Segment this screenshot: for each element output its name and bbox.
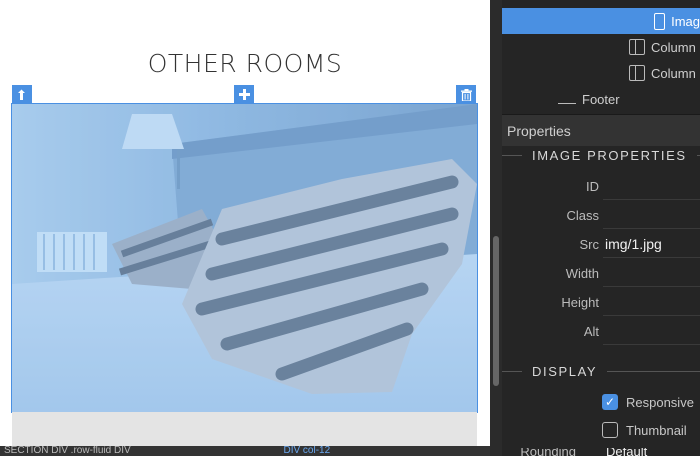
editor-canvas: OTHER ROOMS SECTION DIV .row-fluid DIV D… [0, 0, 490, 456]
image-properties-title: IMAGE PROPERTIES [502, 147, 700, 163]
tree-item-label: Imag [671, 13, 700, 29]
display-section-title: DISPLAY [502, 363, 700, 379]
canvas-scrollbar[interactable] [490, 0, 502, 456]
column-icon [629, 65, 645, 81]
tree-item-label: Column [651, 39, 696, 55]
breadcrumb-path[interactable]: SECTION DIV .row-fluid DIV [4, 446, 131, 456]
prop-src-row: Src img/1.jpg [502, 230, 700, 259]
prop-label: Height [561, 295, 599, 310]
tree-item-label: Footer [582, 91, 620, 107]
plus-icon [238, 89, 250, 100]
class-input[interactable] [603, 201, 700, 229]
breadcrumb-active[interactable]: DIV col-12 [283, 446, 330, 456]
width-input[interactable] [603, 259, 700, 287]
prop-id-row: ID [502, 172, 700, 201]
checkmark-icon: ✓ [602, 394, 618, 410]
prop-label: ID [586, 179, 599, 194]
rounding-select[interactable]: Default [606, 448, 647, 456]
prop-width-row: Width [502, 259, 700, 288]
prop-label: Class [566, 208, 599, 223]
rounding-row: Rounding Default [502, 448, 700, 456]
prop-alt-row: Alt [502, 317, 700, 346]
footer-icon [558, 102, 576, 104]
delete-button[interactable] [456, 85, 476, 104]
add-block-above-button[interactable] [234, 85, 254, 104]
tree-item-column[interactable]: Column [502, 60, 700, 86]
properties-header[interactable]: Properties [502, 114, 700, 146]
side-panel: Imag Column Column Footer Properties IMA… [502, 0, 700, 456]
responsive-checkbox[interactable]: ✓ Responsive [602, 392, 694, 412]
tree-item-footer[interactable]: Footer [502, 86, 700, 112]
selected-image[interactable] [11, 103, 478, 413]
thumbnail-label: Thumbnail [626, 422, 687, 438]
tree-item-label: Column [651, 65, 696, 81]
next-block-area [12, 412, 477, 446]
prop-height-row: Height [502, 288, 700, 317]
breadcrumb-statusbar: SECTION DIV .row-fluid DIV DIV col-12 [0, 446, 490, 456]
thumbnail-checkbox[interactable]: Thumbnail [602, 420, 687, 440]
prop-label: Alt [583, 324, 599, 339]
checkbox-icon [602, 422, 618, 438]
column-icon [629, 39, 645, 55]
tree-item-column[interactable]: Column [502, 34, 700, 60]
scrollbar-thumb[interactable] [493, 236, 499, 386]
alt-input[interactable] [603, 317, 700, 345]
prop-class-row: Class [502, 201, 700, 230]
src-input[interactable]: img/1.jpg [603, 230, 700, 258]
responsive-label: Responsive [626, 394, 694, 410]
trash-icon [460, 88, 472, 101]
id-input[interactable] [603, 172, 700, 200]
height-input[interactable] [603, 288, 700, 316]
rounding-label: Rounding [520, 448, 576, 456]
move-up-icon[interactable] [12, 85, 32, 104]
section-heading[interactable]: OTHER ROOMS [0, 49, 490, 78]
prop-label: Width [565, 266, 599, 281]
image-icon [654, 12, 666, 30]
tree-item-image[interactable]: Imag [502, 8, 700, 34]
prop-label: Src [579, 237, 600, 252]
